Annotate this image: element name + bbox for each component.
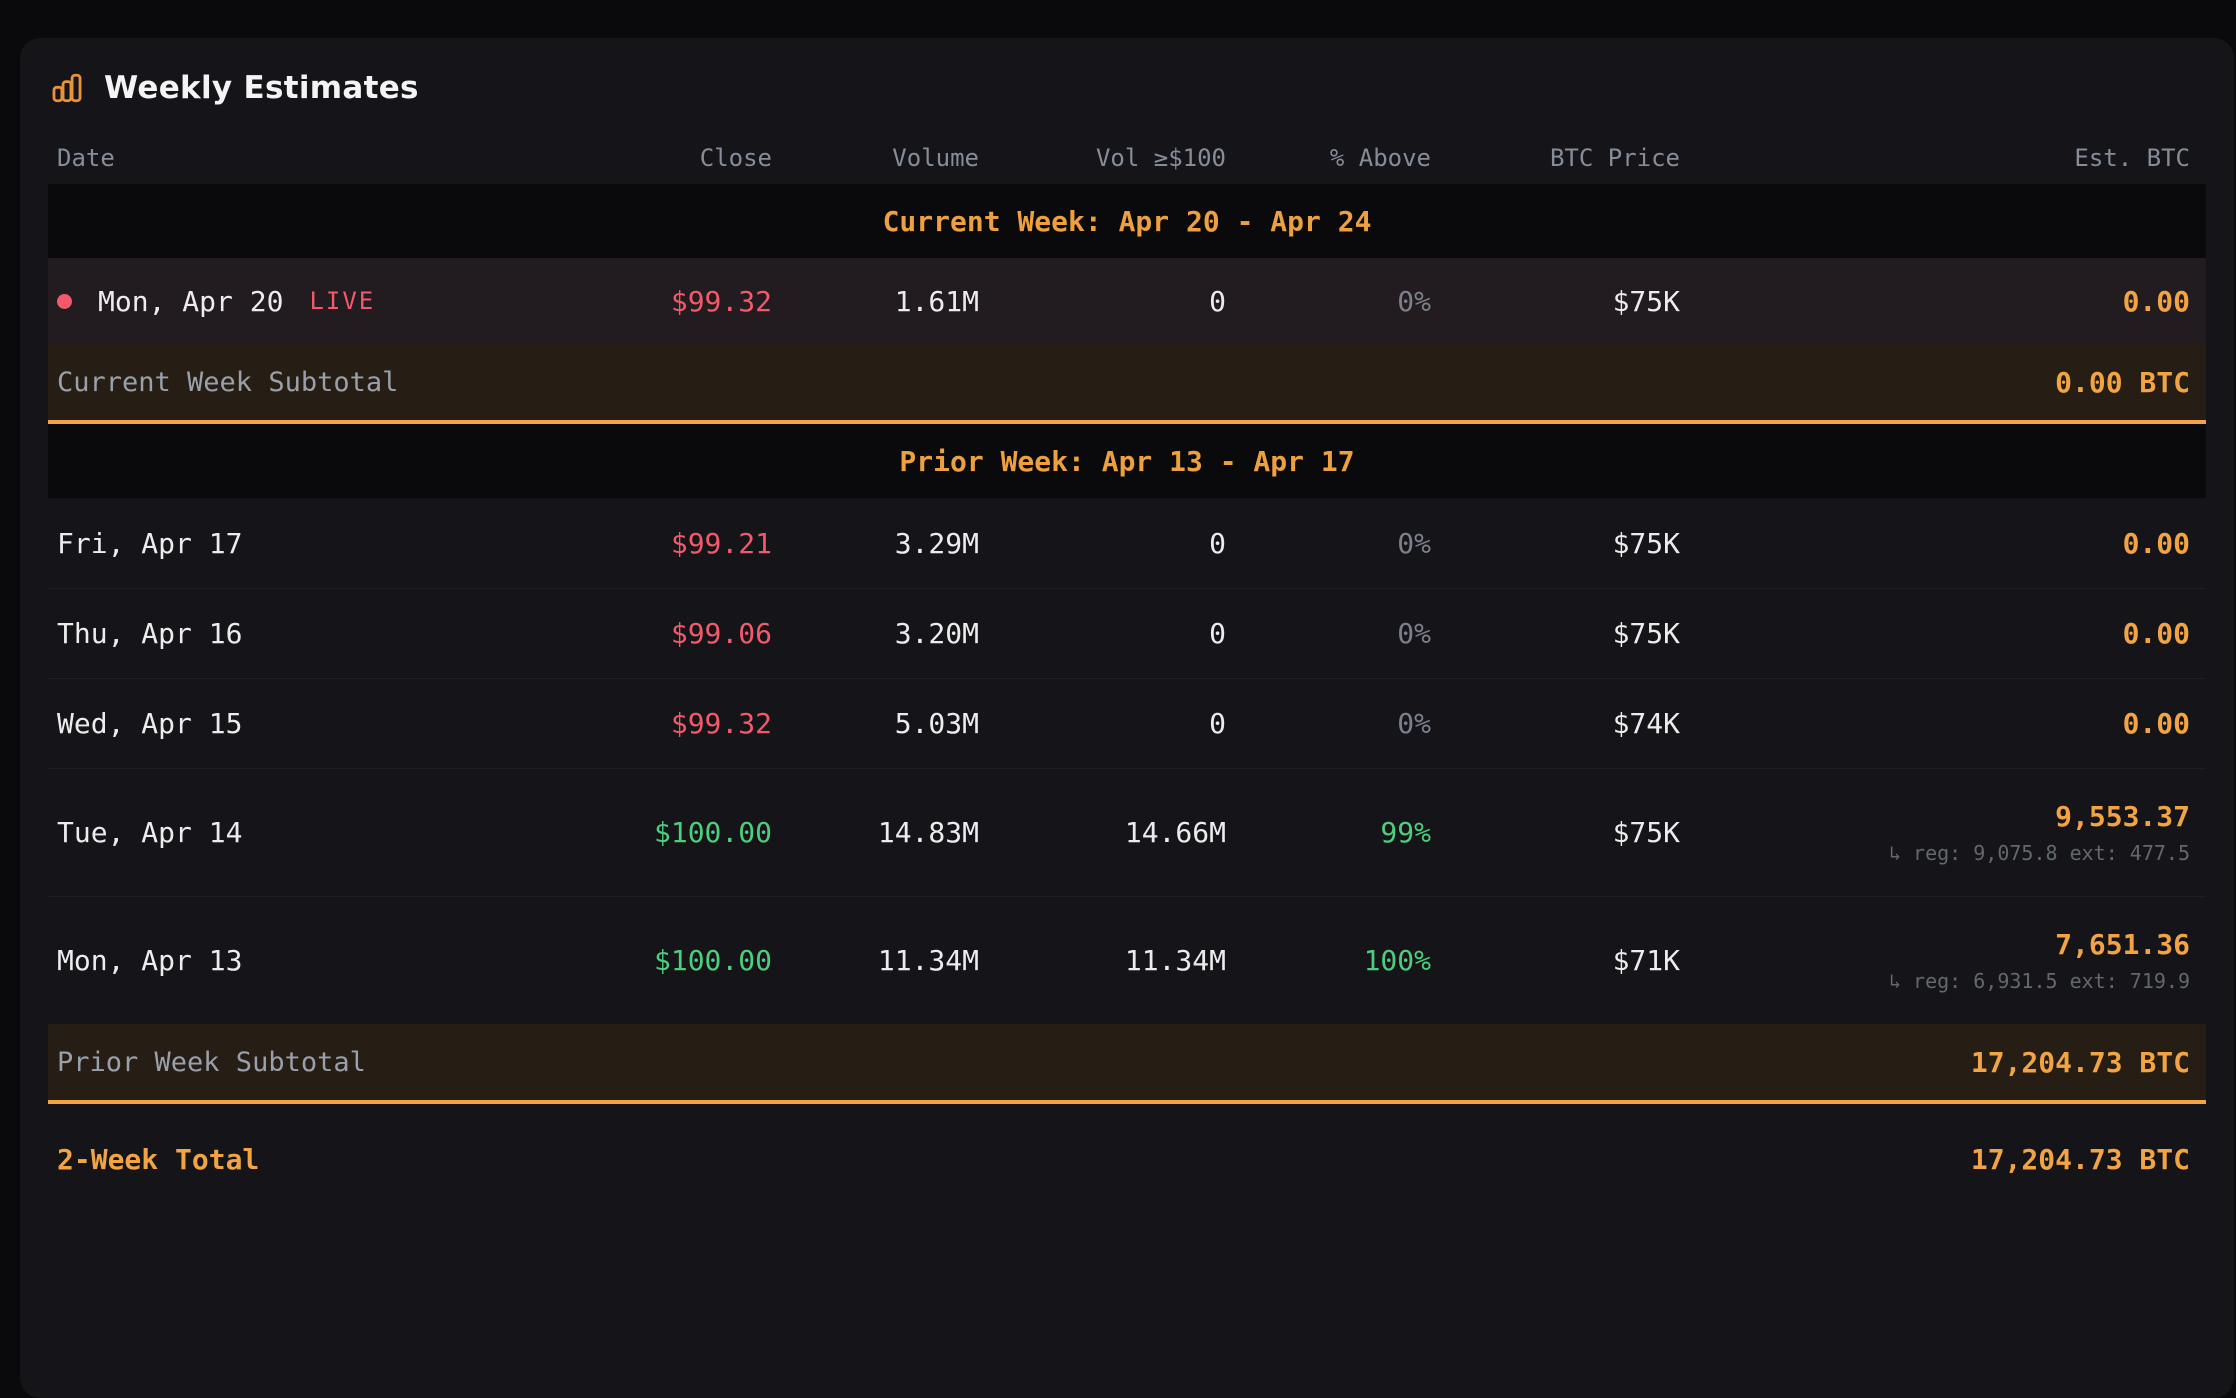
btc-price-cell: $74K (1431, 707, 1680, 740)
date-cell: Wed, Apr 15 (57, 707, 572, 740)
live-badge: LIVE (309, 287, 375, 315)
btc-price-cell: $71K (1431, 944, 1680, 977)
card-header: Weekly Estimates (48, 38, 2206, 118)
pct-above-cell: 99% (1226, 816, 1431, 849)
volume-cell: 14.83M (772, 816, 979, 849)
btc-price-cell: $75K (1431, 527, 1680, 560)
est-btc-cell: 0.00 (1680, 285, 2190, 318)
pct-above-cell: 0% (1226, 527, 1431, 560)
est-btc-cell: 0.00 (1680, 527, 2190, 560)
table-row-mon-apr-20: Mon, Apr 20 LIVE $99.32 1.61M 0 0% $75K … (48, 258, 2206, 344)
pct-above-cell: 0% (1226, 617, 1431, 650)
subtotal-label: Current Week Subtotal (57, 367, 398, 398)
close-cell: $99.32 (572, 707, 772, 740)
vol-above-cell: 0 (979, 285, 1226, 318)
table-row-tue-apr-14: Tue, Apr 14 $100.00 14.83M 14.66M 99% $7… (48, 768, 2206, 896)
table-header-row: Date Close Volume Vol ≥$100 % Above BTC … (48, 132, 2206, 184)
est-btc-cell: 7,651.36 ↳ reg: 6,931.5 ext: 719.9 (1680, 928, 2190, 993)
section-header-prior-week: Prior Week: Apr 13 - Apr 17 (48, 424, 2206, 498)
vol-above-cell: 0 (979, 707, 1226, 740)
vol-above-cell: 11.34M (979, 944, 1226, 977)
pct-above-cell: 100% (1226, 944, 1431, 977)
est-btc-breakdown: ↳ reg: 6,931.5 ext: 719.9 (1680, 969, 2190, 993)
subtotal-label: Prior Week Subtotal (57, 1047, 366, 1078)
vol-above-cell: 0 (979, 617, 1226, 650)
volume-cell: 11.34M (772, 944, 979, 977)
section-header-label: Prior Week: Apr 13 - Apr 17 (899, 445, 1354, 478)
total-value: 17,204.73 BTC (1971, 1143, 2190, 1176)
date-cell: Fri, Apr 17 (57, 527, 572, 560)
subtotal-value: 17,204.73 BTC (1971, 1046, 2190, 1079)
date-cell: Thu, Apr 16 (57, 617, 572, 650)
total-label: 2-Week Total (57, 1143, 259, 1176)
two-week-total-row: 2-Week Total 17,204.73 BTC (48, 1104, 2206, 1214)
est-btc-cell: 0.00 (1680, 617, 2190, 650)
est-btc-cell: 0.00 (1680, 707, 2190, 740)
current-week-subtotal-row: Current Week Subtotal 0.00 BTC (48, 344, 2206, 424)
subtotal-value: 0.00 BTC (2055, 366, 2190, 399)
close-cell: $99.06 (572, 617, 772, 650)
date-cell: Mon, Apr 13 (57, 944, 572, 977)
btc-price-cell: $75K (1431, 617, 1680, 650)
volume-cell: 5.03M (772, 707, 979, 740)
page-title: Weekly Estimates (104, 70, 419, 106)
est-btc-value: 7,651.36 (1680, 928, 2190, 961)
table-row-wed-apr-15: Wed, Apr 15 $99.32 5.03M 0 0% $74K 0.00 (48, 678, 2206, 768)
table-row-mon-apr-13: Mon, Apr 13 $100.00 11.34M 11.34M 100% $… (48, 896, 2206, 1024)
btc-price-cell: $75K (1431, 285, 1680, 318)
close-cell: $99.32 (572, 285, 772, 318)
date-label: Mon, Apr 20 (98, 285, 283, 318)
date-cell: Mon, Apr 20 LIVE (57, 285, 572, 318)
close-cell: $99.21 (572, 527, 772, 560)
pct-above-cell: 0% (1226, 285, 1431, 318)
column-header-btc-price: BTC Price (1431, 144, 1680, 172)
live-dot-icon (57, 294, 72, 309)
column-header-vol-above: Vol ≥$100 (979, 144, 1226, 172)
section-header-current-week: Current Week: Apr 20 - Apr 24 (48, 184, 2206, 258)
close-cell: $100.00 (572, 944, 772, 977)
weekly-estimates-card: Weekly Estimates Date Close Volume Vol ≥… (20, 38, 2234, 1398)
bar-chart-icon (50, 71, 84, 105)
pct-above-cell: 0% (1226, 707, 1431, 740)
column-header-close: Close (572, 144, 772, 172)
date-cell: Tue, Apr 14 (57, 816, 572, 849)
column-header-volume: Volume (772, 144, 979, 172)
est-btc-cell: 9,553.37 ↳ reg: 9,075.8 ext: 477.5 (1680, 800, 2190, 865)
close-cell: $100.00 (572, 816, 772, 849)
btc-price-cell: $75K (1431, 816, 1680, 849)
volume-cell: 3.29M (772, 527, 979, 560)
column-header-est-btc: Est. BTC (1680, 144, 2190, 172)
section-header-label: Current Week: Apr 20 - Apr 24 (883, 205, 1372, 238)
est-btc-breakdown: ↳ reg: 9,075.8 ext: 477.5 (1680, 841, 2190, 865)
table-row-thu-apr-16: Thu, Apr 16 $99.06 3.20M 0 0% $75K 0.00 (48, 588, 2206, 678)
vol-above-cell: 14.66M (979, 816, 1226, 849)
column-header-date: Date (57, 144, 572, 172)
column-header-pct-above: % Above (1226, 144, 1431, 172)
est-btc-value: 9,553.37 (1680, 800, 2190, 833)
volume-cell: 1.61M (772, 285, 979, 318)
table-row-fri-apr-17: Fri, Apr 17 $99.21 3.29M 0 0% $75K 0.00 (48, 498, 2206, 588)
volume-cell: 3.20M (772, 617, 979, 650)
vol-above-cell: 0 (979, 527, 1226, 560)
prior-week-subtotal-row: Prior Week Subtotal 17,204.73 BTC (48, 1024, 2206, 1104)
